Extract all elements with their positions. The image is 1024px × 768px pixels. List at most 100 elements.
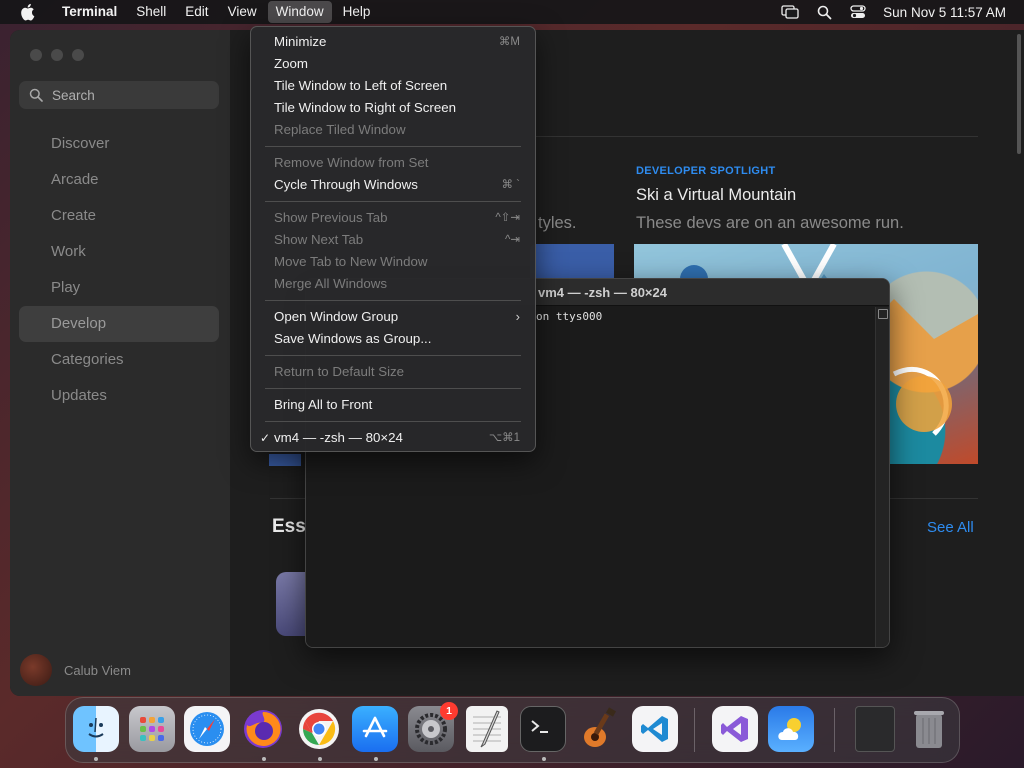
sidebar-item-categories[interactable]: Categories bbox=[19, 342, 219, 378]
close-window-button[interactable] bbox=[30, 49, 42, 61]
menu-item-label: Show Next Tab bbox=[274, 232, 364, 247]
dock-system-settings-icon[interactable]: 1 bbox=[408, 702, 458, 752]
menu-shell[interactable]: Shell bbox=[128, 1, 174, 23]
dock-terminal-icon[interactable] bbox=[520, 706, 566, 752]
menu-view[interactable]: View bbox=[220, 1, 265, 23]
menu-item-shortcut: ⌥⌘1 bbox=[488, 432, 520, 444]
menu-separator bbox=[265, 146, 521, 147]
menu-separator bbox=[265, 300, 521, 301]
dock-launchpad-icon[interactable] bbox=[129, 706, 175, 752]
menu-item-label: Cycle Through Windows bbox=[274, 177, 418, 192]
menu-item-shortcut: ⌘M bbox=[498, 36, 520, 48]
account-button[interactable]: Calub Viem bbox=[20, 654, 131, 686]
app-store-search-field[interactable]: Search bbox=[19, 81, 219, 109]
spotlight-title[interactable]: Ski a Virtual Mountain bbox=[636, 186, 796, 205]
terminal-scrollbar[interactable] bbox=[875, 307, 889, 647]
avatar bbox=[20, 654, 52, 686]
menu-item-label: Remove Window from Set bbox=[274, 155, 429, 170]
apple-menu-icon[interactable] bbox=[18, 3, 36, 21]
menu-item-label: Save Windows as Group... bbox=[274, 331, 432, 346]
zoom-window-button[interactable] bbox=[72, 49, 84, 61]
menu-item-terminal-window[interactable]: ✓ vm4 — -zsh — 80×24 ⌥⌘1 bbox=[256, 427, 530, 449]
menu-separator bbox=[265, 421, 521, 422]
menu-item-save-window-group[interactable]: Save Windows as Group... bbox=[256, 328, 530, 350]
spotlight-subtitle: These devs are on an awesome run. bbox=[636, 214, 904, 232]
dock-firefox-icon[interactable] bbox=[240, 706, 286, 752]
dock-finder-icon[interactable] bbox=[73, 706, 119, 752]
menu-item-label: Return to Default Size bbox=[274, 364, 405, 379]
menu-help[interactable]: Help bbox=[335, 1, 379, 23]
dock-running-indicator bbox=[94, 757, 98, 761]
dock-downloads-stack-icon[interactable] bbox=[855, 706, 895, 752]
partial-app-icon[interactable] bbox=[269, 454, 301, 466]
sidebar-item-play[interactable]: Play bbox=[19, 270, 219, 306]
menu-item-remove-from-set: Remove Window from Set bbox=[256, 152, 530, 174]
content-scrollbar[interactable] bbox=[1017, 34, 1021, 154]
minimize-window-button[interactable] bbox=[51, 49, 63, 61]
dock-safari-icon[interactable] bbox=[184, 706, 230, 752]
menu-bar: Terminal Shell Edit View Window Help Sun… bbox=[0, 0, 1024, 24]
checkmark-icon: ✓ bbox=[260, 431, 271, 445]
window-controls bbox=[30, 49, 84, 61]
menu-edit[interactable]: Edit bbox=[177, 1, 216, 23]
dock-chrome-icon[interactable] bbox=[296, 706, 342, 752]
menu-app-terminal[interactable]: Terminal bbox=[54, 1, 125, 23]
sidebar-item-create[interactable]: Create bbox=[19, 198, 219, 234]
chevron-right-icon: › bbox=[515, 309, 520, 324]
menu-item-label: Minimize bbox=[274, 34, 327, 49]
menu-item-minimize[interactable]: Minimize ⌘M bbox=[256, 31, 530, 53]
user-name: Calub Viem bbox=[64, 662, 131, 678]
menu-item-tile-right[interactable]: Tile Window to Right of Screen bbox=[256, 97, 530, 119]
terminal-scroll-thumb[interactable] bbox=[878, 309, 888, 319]
dock-visual-studio-icon[interactable] bbox=[712, 706, 758, 752]
menu-item-label: Open Window Group bbox=[274, 309, 399, 324]
menu-item-label: vm4 — -zsh — 80×24 bbox=[274, 430, 403, 445]
menu-item-shortcut: ⌘ ` bbox=[501, 179, 520, 191]
menu-separator bbox=[265, 201, 521, 202]
menu-item-default-size: Return to Default Size bbox=[256, 361, 530, 383]
dock-running-indicator bbox=[542, 757, 546, 761]
menu-item-open-window-group[interactable]: Open Window Group › bbox=[256, 306, 530, 328]
sidebar-item-arcade[interactable]: Arcade bbox=[19, 162, 219, 198]
screen-mirroring-icon[interactable] bbox=[781, 3, 799, 21]
menu-separator bbox=[265, 388, 521, 389]
menu-item-label: Merge All Windows bbox=[274, 276, 388, 291]
dock-app-store-icon[interactable] bbox=[352, 706, 398, 752]
app-store-sidebar: Search Discover Arcade Create Work Play … bbox=[10, 30, 230, 696]
menu-item-merge-windows: Merge All Windows bbox=[256, 273, 530, 295]
dock-separator bbox=[834, 708, 835, 752]
dock-textedit-icon[interactable] bbox=[466, 706, 508, 752]
menu-item-shortcut: ^⇧⇥ bbox=[495, 212, 520, 224]
menu-separator bbox=[265, 355, 521, 356]
dock-weather-icon[interactable] bbox=[768, 706, 814, 752]
menu-item-label: Replace Tiled Window bbox=[274, 122, 406, 137]
menu-window[interactable]: Window bbox=[267, 1, 332, 23]
menu-clock[interactable]: Sun Nov 5 11:57 AM bbox=[883, 5, 1006, 20]
spotlight-search-icon[interactable] bbox=[815, 3, 833, 21]
dock-trash-icon[interactable] bbox=[906, 706, 952, 752]
sidebar-item-discover[interactable]: Discover bbox=[19, 126, 219, 162]
dock-separator bbox=[694, 708, 695, 752]
dock-garageband-icon[interactable] bbox=[576, 706, 622, 752]
menu-item-label: Move Tab to New Window bbox=[274, 254, 428, 269]
menu-item-label: Bring All to Front bbox=[274, 397, 373, 412]
menu-item-tile-left[interactable]: Tile Window to Left of Screen bbox=[256, 75, 530, 97]
spotlight-kicker: DEVELOPER SPOTLIGHT bbox=[636, 165, 776, 177]
search-placeholder: Search bbox=[52, 87, 95, 103]
menu-item-label: Tile Window to Right of Screen bbox=[274, 100, 457, 115]
sidebar-item-work[interactable]: Work bbox=[19, 234, 219, 270]
dock-running-indicator bbox=[374, 757, 378, 761]
dock-running-indicator bbox=[262, 757, 266, 761]
menu-item-next-tab: Show Next Tab ^⇥ bbox=[256, 229, 530, 251]
control-center-icon[interactable] bbox=[849, 3, 867, 21]
menu-item-zoom[interactable]: Zoom bbox=[256, 53, 530, 75]
sidebar-item-develop[interactable]: Develop bbox=[19, 306, 219, 342]
see-all-link[interactable]: See All bbox=[927, 519, 974, 536]
menu-item-cycle-windows[interactable]: Cycle Through Windows ⌘ ` bbox=[256, 174, 530, 196]
menu-item-shortcut: ^⇥ bbox=[504, 234, 520, 246]
dock: 1 bbox=[65, 697, 960, 763]
sidebar-item-updates[interactable]: Updates bbox=[19, 378, 219, 414]
dock-vscode-icon[interactable] bbox=[632, 706, 678, 752]
terminal-title: vm4 — -zsh — 80×24 bbox=[538, 285, 667, 300]
menu-item-bring-all-to-front[interactable]: Bring All to Front bbox=[256, 394, 530, 416]
